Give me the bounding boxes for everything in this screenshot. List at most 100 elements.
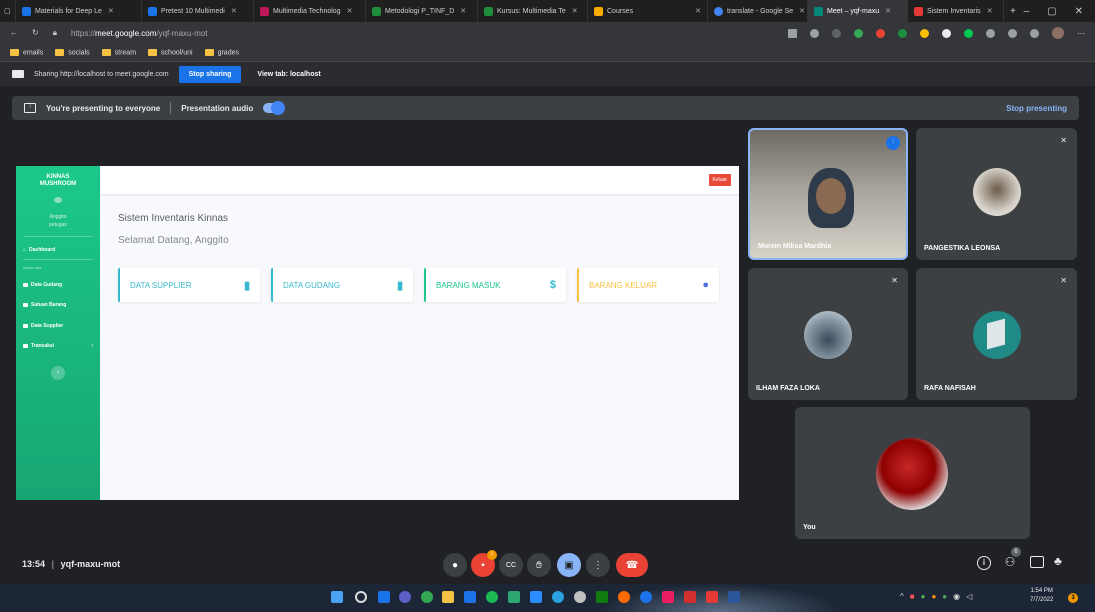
close-icon[interactable]: ✕ — [799, 7, 805, 15]
file-explorer-icon[interactable] — [442, 591, 454, 603]
bookmark-school[interactable]: school/uni — [148, 48, 193, 56]
sidebar-item-transaksi[interactable]: Transaksi › — [23, 343, 93, 349]
participant-tile-you[interactable]: You — [795, 407, 1030, 539]
present-button[interactable]: ▣ — [557, 553, 581, 577]
start-icon[interactable] — [331, 591, 343, 603]
view-tab-button[interactable]: View tab: localhost — [251, 66, 326, 83]
extension-icon[interactable] — [854, 28, 863, 38]
close-icon[interactable]: ✕ — [695, 7, 701, 15]
tab-actions[interactable]: ▢ — [0, 0, 16, 22]
tab-6[interactable]: translate - Google Se ✕ — [708, 0, 808, 22]
extension-icon[interactable] — [832, 28, 841, 38]
participant-tile-rafa[interactable]: ✕ RAFA NAFISAH — [916, 268, 1077, 400]
close-icon[interactable]: ✕ — [460, 7, 466, 15]
close-icon[interactable]: ✕ — [885, 7, 891, 15]
tab-8[interactable]: Sistem Inventaris ✕ — [908, 0, 1004, 22]
close-icon[interactable]: ✕ — [108, 7, 114, 15]
favorites-icon[interactable] — [1008, 28, 1017, 38]
vscode-icon[interactable] — [530, 591, 542, 603]
app-icon[interactable] — [662, 591, 674, 603]
tab-1[interactable]: Pretest 10 Multimedi ✕ — [142, 0, 254, 22]
sidebar-toggle-button[interactable]: ‹ — [51, 366, 65, 380]
sidebar-item-data-gudang[interactable]: Data Gudang — [23, 282, 62, 288]
word-icon[interactable] — [728, 591, 740, 603]
app-icon[interactable] — [640, 591, 652, 603]
taskbar-clock[interactable]: 1:54 PM 7/7/2022 — [1030, 587, 1053, 605]
card-data-gudang[interactable]: DATA GUDANG ▮ — [271, 268, 413, 302]
volume-icon[interactable]: ◁ — [966, 592, 972, 601]
people-button[interactable]: ⚇ 6 — [1002, 547, 1021, 571]
teams-icon[interactable] — [399, 591, 411, 603]
card-data-supplier[interactable]: DATA SUPPLIER ▮ — [118, 268, 260, 302]
chat-button[interactable] — [1030, 556, 1044, 568]
wifi-icon[interactable]: ◉ — [953, 592, 960, 601]
card-barang-keluar[interactable]: BARANG KELUAR ● — [577, 268, 719, 302]
camera-button[interactable]: ▪ ! — [471, 550, 497, 577]
tab-7[interactable]: Meet – yqf-maxu ✕ — [808, 0, 908, 22]
app-icon[interactable] — [618, 591, 630, 603]
more-icon[interactable]: ⋯ — [1077, 29, 1085, 38]
leave-call-button[interactable]: ☎︎ — [616, 553, 648, 577]
close-icon[interactable]: ✕ — [231, 7, 237, 15]
new-tab-button[interactable]: + — [1004, 0, 1022, 22]
bookmark-socials[interactable]: socials — [55, 48, 90, 56]
close-window-icon[interactable]: ✕ — [1075, 6, 1083, 17]
sidebar-item-satuan-barang[interactable]: Satuan Barang — [23, 302, 66, 308]
stop-presenting-button[interactable]: Stop presenting — [1006, 104, 1067, 113]
search-icon[interactable] — [355, 591, 367, 603]
sidebar-item-data-supplier[interactable]: Data Supplier — [23, 323, 63, 329]
tray-app-icon[interactable]: ■ — [910, 592, 915, 601]
tab-0[interactable]: Materials for Deep Le ✕ — [16, 0, 142, 22]
back-icon[interactable]: ← — [10, 28, 18, 38]
more-options-button[interactable]: ⋮ — [586, 553, 610, 577]
url-field[interactable]: https://meet.google.com/yqf-maxu-mot — [71, 29, 208, 38]
participant-tile-murein[interactable]: ⫶ Murein Miksa Mardhia — [748, 128, 908, 260]
bookmark-stream[interactable]: stream — [101, 48, 136, 56]
xbox-icon[interactable] — [596, 591, 608, 603]
meeting-details-button[interactable]: i — [977, 556, 991, 570]
extension-icon[interactable] — [942, 28, 951, 38]
bookmark-grades[interactable]: grades — [204, 48, 239, 56]
close-icon[interactable]: ✕ — [987, 7, 993, 15]
reload-icon[interactable]: ↻ — [32, 28, 39, 38]
camera-icon[interactable] — [788, 28, 797, 38]
tray-app-icon[interactable]: ● — [921, 592, 926, 601]
refresh-icon[interactable] — [986, 28, 995, 38]
activities-button[interactable]: ♣ — [1054, 554, 1062, 568]
restore-icon[interactable]: ▢ — [1047, 6, 1056, 17]
microphone-button[interactable]: ● — [443, 553, 467, 577]
logout-button[interactable]: Keluar — [708, 174, 731, 186]
app-icon[interactable] — [552, 591, 564, 603]
minimize-icon[interactable]: – — [1024, 6, 1030, 17]
tab-2[interactable]: Multimedia Technolog ✕ — [254, 0, 366, 22]
tab-3[interactable]: Metodologi P_TINF_D ✕ — [366, 0, 478, 22]
spotify-icon[interactable] — [486, 591, 498, 603]
sidebar-item-dashboard[interactable]: ⌂ Dashboard — [23, 247, 55, 253]
notification-badge[interactable]: 3 — [1068, 593, 1078, 603]
app-icon[interactable] — [508, 591, 520, 603]
app-icon[interactable] — [684, 591, 696, 603]
close-icon[interactable]: ✕ — [347, 7, 353, 15]
app-icon[interactable] — [574, 591, 586, 603]
tab-5[interactable]: Courses ✕ — [588, 0, 708, 22]
profile-avatar[interactable] — [1052, 27, 1064, 39]
read-aloud-icon[interactable] — [810, 28, 819, 38]
card-barang-masuk[interactable]: BARANG MASUK $ — [424, 268, 566, 302]
raise-hand-button[interactable]: ✋︎ — [527, 553, 551, 577]
tray-app-icon[interactable]: ● — [931, 592, 936, 601]
participant-tile-pangestika[interactable]: ✕ PANGESTIKA LEONSA — [916, 128, 1077, 260]
edge-icon[interactable] — [464, 591, 476, 603]
extension-icon[interactable] — [876, 28, 885, 38]
chrome-icon[interactable] — [421, 591, 433, 603]
bookmark-emails[interactable]: emails — [10, 48, 43, 56]
taskview-icon[interactable] — [378, 591, 390, 603]
stop-sharing-button[interactable]: Stop sharing — [178, 65, 242, 83]
tab-4[interactable]: Kursus: Multimedia Te ✕ — [478, 0, 588, 22]
chevron-up-icon[interactable]: ^ — [900, 592, 904, 601]
extension-icon[interactable] — [898, 28, 907, 38]
participant-tile-ilham[interactable]: ✕ ILHAM FAZA LOKA — [748, 268, 908, 400]
app-icon[interactable] — [706, 591, 718, 603]
close-icon[interactable]: ✕ — [572, 7, 578, 15]
extension-icon[interactable] — [920, 28, 929, 38]
extension-icon[interactable] — [964, 28, 973, 38]
